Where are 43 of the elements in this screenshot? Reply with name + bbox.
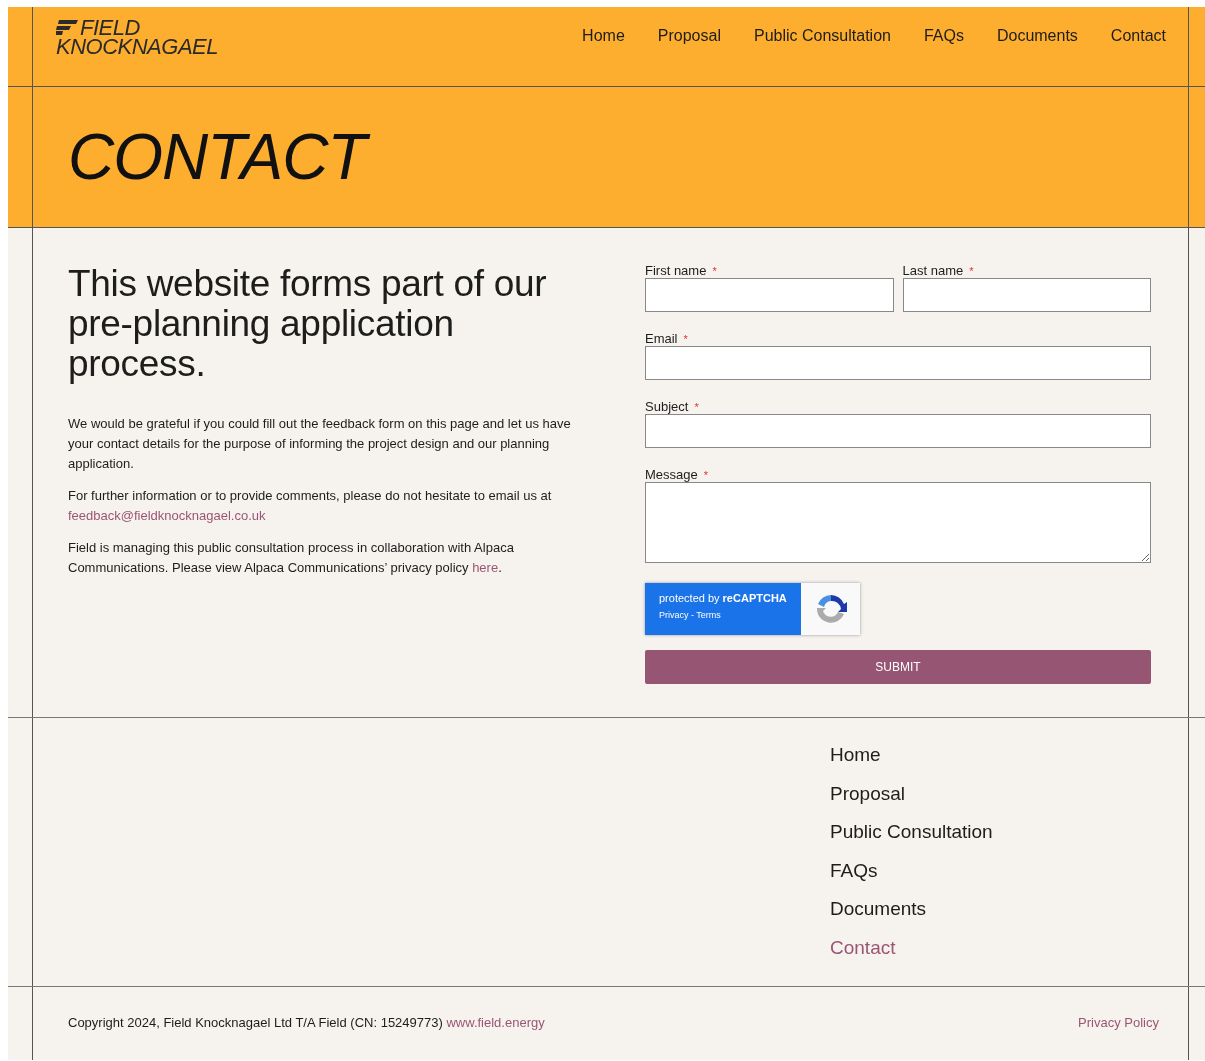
required-mark: * <box>969 265 974 277</box>
nav-link[interactable]: Proposal <box>657 26 721 45</box>
footer-link[interactable]: Documents <box>830 897 927 921</box>
text-link[interactable]: feedback@fieldknocknagael.co.uk <box>68 508 266 523</box>
privacy-link[interactable]: Privacy <box>659 610 689 620</box>
logo-text: FIELD <box>80 17 140 37</box>
intro-paragraph: We would be grateful if you could fill out the feedback form on this page and let us have your contact details for the purpose of informing the project design and our planning application. <box>68 415 572 473</box>
input-field[interactable] <box>645 278 894 312</box>
footer-link[interactable]: Proposal <box>830 781 905 805</box>
logo-icon <box>56 19 78 35</box>
separator-text: - <box>690 610 695 620</box>
footer-link[interactable]: Public Consultation <box>830 820 993 844</box>
submit-button[interactable]: SUBMIT <box>645 650 1151 684</box>
logo-text: KNOCKNAGAEL <box>56 36 218 56</box>
footer-link[interactable]: FAQs <box>830 858 878 882</box>
intro-heading: This website forms part of our pre-planning application process. <box>68 264 548 384</box>
field-label: First name * <box>645 264 718 278</box>
website-link[interactable]: www.field.energy <box>446 1015 545 1030</box>
recaptcha-text: protected by reCAPTCHA <box>659 592 788 604</box>
privacy-policy-link[interactable]: Privacy Policy <box>1078 1015 1159 1030</box>
required-mark: * <box>712 265 717 277</box>
field-label: Email * <box>645 332 689 346</box>
input-field[interactable] <box>902 278 1151 312</box>
input-field[interactable] <box>645 414 1151 448</box>
nav-link[interactable]: Home <box>582 26 625 45</box>
nav-link[interactable]: FAQs <box>923 26 964 45</box>
terms-link[interactable]: Terms <box>696 610 721 620</box>
message-field[interactable] <box>645 482 1151 563</box>
required-mark: * <box>683 333 688 345</box>
field-label: Last name * <box>902 264 975 278</box>
copyright-text: Copyright 2024, Field Knocknagael Ltd T/A Field (CN: 15249773) www.field.energy <box>68 1015 545 1030</box>
required-mark: * <box>703 469 709 481</box>
intro-paragraph: Field is managing this public consultation process in collaboration with Alpaca Communications. Please view Alpaca Communications’ privacy policy here. <box>68 539 515 577</box>
intro-paragraph: For further information or to provide comments, please do not hesitate to email us at feedback@fieldknocknagael.co.uk <box>68 487 553 525</box>
footer-link[interactable]: Home <box>830 743 881 767</box>
field-label: Message * <box>645 468 710 482</box>
footer-link[interactable]: Contact <box>830 935 896 959</box>
nav-link[interactable]: Documents <box>996 26 1078 45</box>
nav-link[interactable]: Public Consultation <box>753 26 891 45</box>
nav-link[interactable]: Contact <box>1110 26 1166 45</box>
field-label: Subject * <box>645 400 700 414</box>
required-mark: * <box>694 401 699 413</box>
input-field[interactable] <box>645 346 1151 380</box>
